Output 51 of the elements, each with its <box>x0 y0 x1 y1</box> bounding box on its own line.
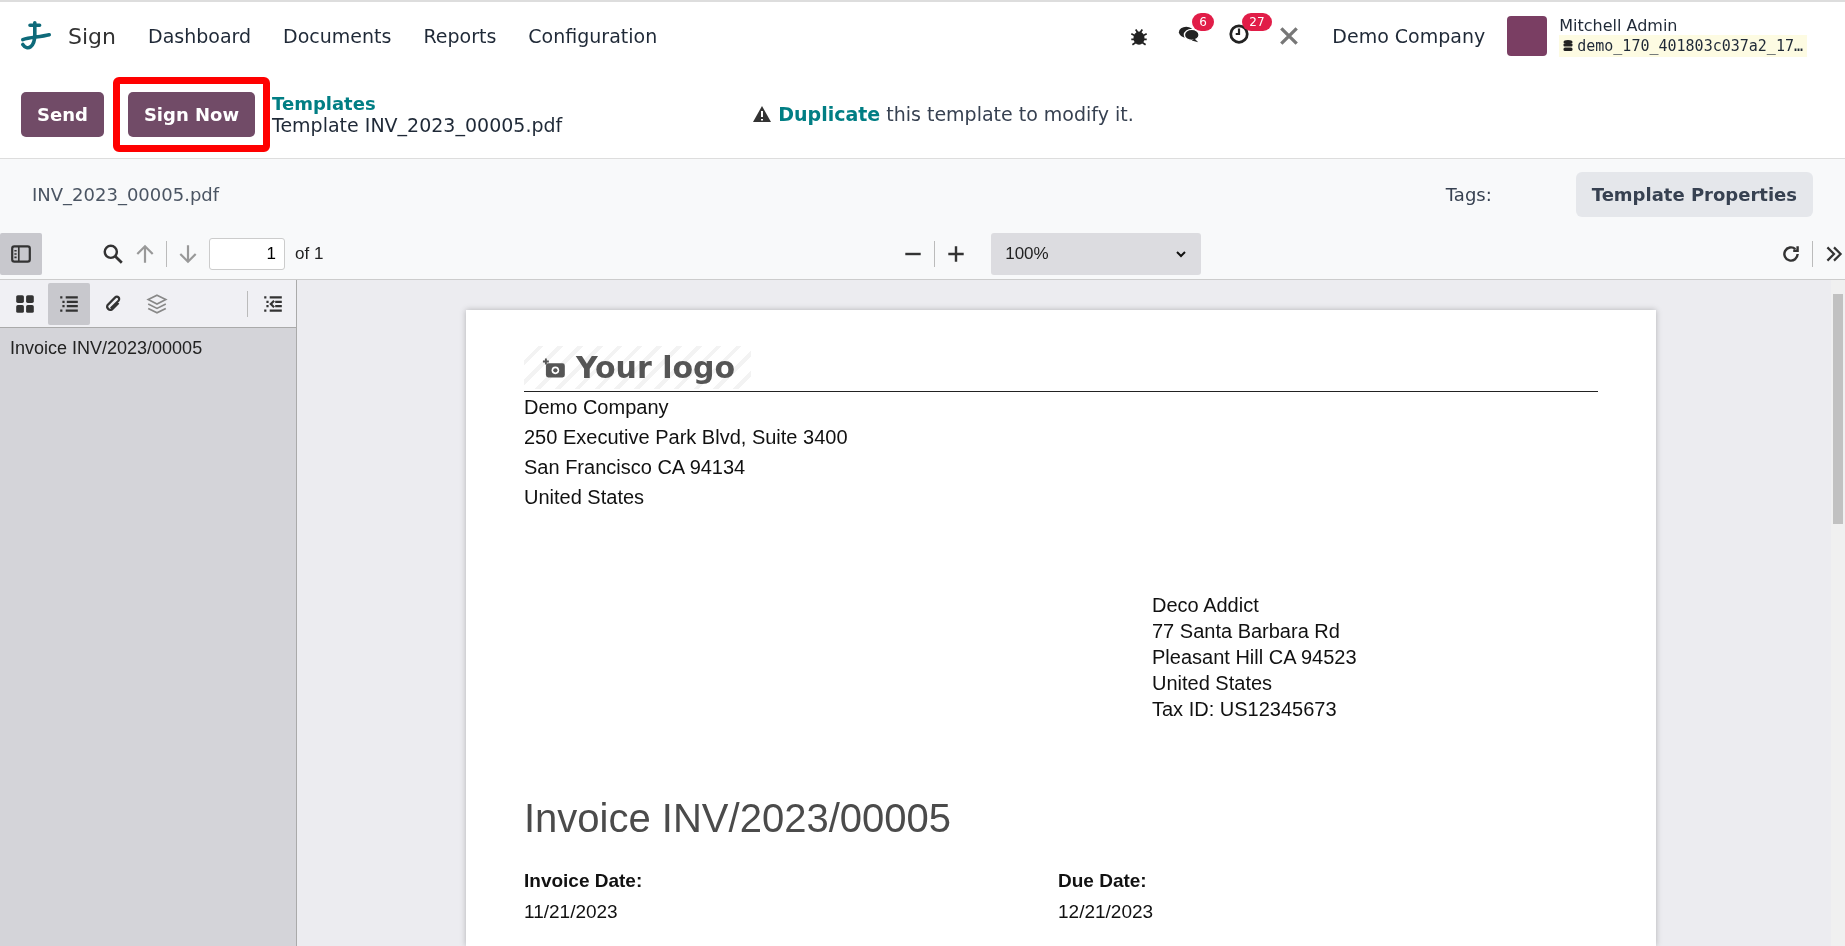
menu-item[interactable]: Configuration <box>528 25 658 47</box>
duplicate-link[interactable]: Duplicate <box>778 103 881 125</box>
template-properties-button[interactable]: Template Properties <box>1575 171 1813 217</box>
customer-address-line: 77 Santa Barbara Rd <box>1152 619 1341 644</box>
customer-address-line: Deco Addict <box>1152 593 1260 618</box>
clock-icon[interactable] <box>1228 23 1251 45</box>
app-name[interactable]: Sign <box>68 23 116 49</box>
file-name: INV_2023_00005.pdf <box>32 183 220 205</box>
rotate-icon[interactable] <box>1780 243 1802 265</box>
warning-icon <box>752 105 773 123</box>
outline-item[interactable]: Invoice INV/2023/00005 <box>0 328 296 369</box>
outline-view-icon[interactable] <box>48 282 90 325</box>
notice-text: this template to modify it. <box>886 103 1134 125</box>
menu-item[interactable]: Reports <box>423 25 497 47</box>
customer-address-line: United States <box>1152 671 1274 696</box>
user-name[interactable]: Mitchell Admin <box>1559 15 1807 35</box>
breadcrumb-link[interactable]: Templates <box>272 92 563 114</box>
field-label: Invoice Date: <box>524 869 644 893</box>
action-button[interactable]: Send <box>21 91 104 137</box>
page-number-field[interactable]: 1 <box>209 238 285 270</box>
arrow-down-icon[interactable] <box>177 243 199 265</box>
avatar[interactable] <box>1507 16 1548 56</box>
invoice-heading: Invoice INV/2023/00005 <box>524 796 952 841</box>
notification-badge: 6 <box>1192 13 1214 31</box>
page-title: Template INV_2023_00005.pdf <box>272 113 563 136</box>
menu-item[interactable]: Documents <box>283 25 392 47</box>
database-icon <box>1563 39 1574 52</box>
arrow-up-icon[interactable] <box>134 243 156 265</box>
scrollbar[interactable] <box>1831 280 1845 946</box>
tags-label: Tags: <box>1445 183 1492 205</box>
company-address-line: 250 Executive Park Blvd, Suite 3400 <box>524 425 849 450</box>
camera-icon <box>540 356 566 379</box>
company-address-line: United States <box>524 485 646 510</box>
company-address-line: Demo Company <box>524 395 670 420</box>
company-address-line: San Francisco CA 94134 <box>524 455 747 480</box>
customer-address-line: Tax ID: US12345673 <box>1152 697 1338 722</box>
page-count: of 1 <box>295 244 324 264</box>
action-button[interactable]: Sign Now <box>127 91 256 137</box>
search-icon[interactable] <box>102 243 124 265</box>
company-switcher[interactable]: Demo Company <box>1332 25 1486 47</box>
field-label: Due Date: <box>1058 869 1148 893</box>
database-name: demo_170_401803c037a2_17… <box>1559 34 1807 57</box>
zoom-dropdown[interactable]: 100% <box>991 233 1202 275</box>
logo-text: Your logo <box>576 350 736 385</box>
sidebar-toggle-icon[interactable] <box>0 233 42 275</box>
chevron-down-icon[interactable] <box>1175 250 1188 258</box>
field-value: 12/21/2023 <box>1058 900 1155 924</box>
notification-badge: 27 <box>1242 13 1272 31</box>
field-value: 11/21/2023 <box>524 900 619 924</box>
customer-address-line: Pleasant Hill CA 94523 <box>1152 645 1358 670</box>
menu-item[interactable]: Dashboard <box>148 25 252 47</box>
